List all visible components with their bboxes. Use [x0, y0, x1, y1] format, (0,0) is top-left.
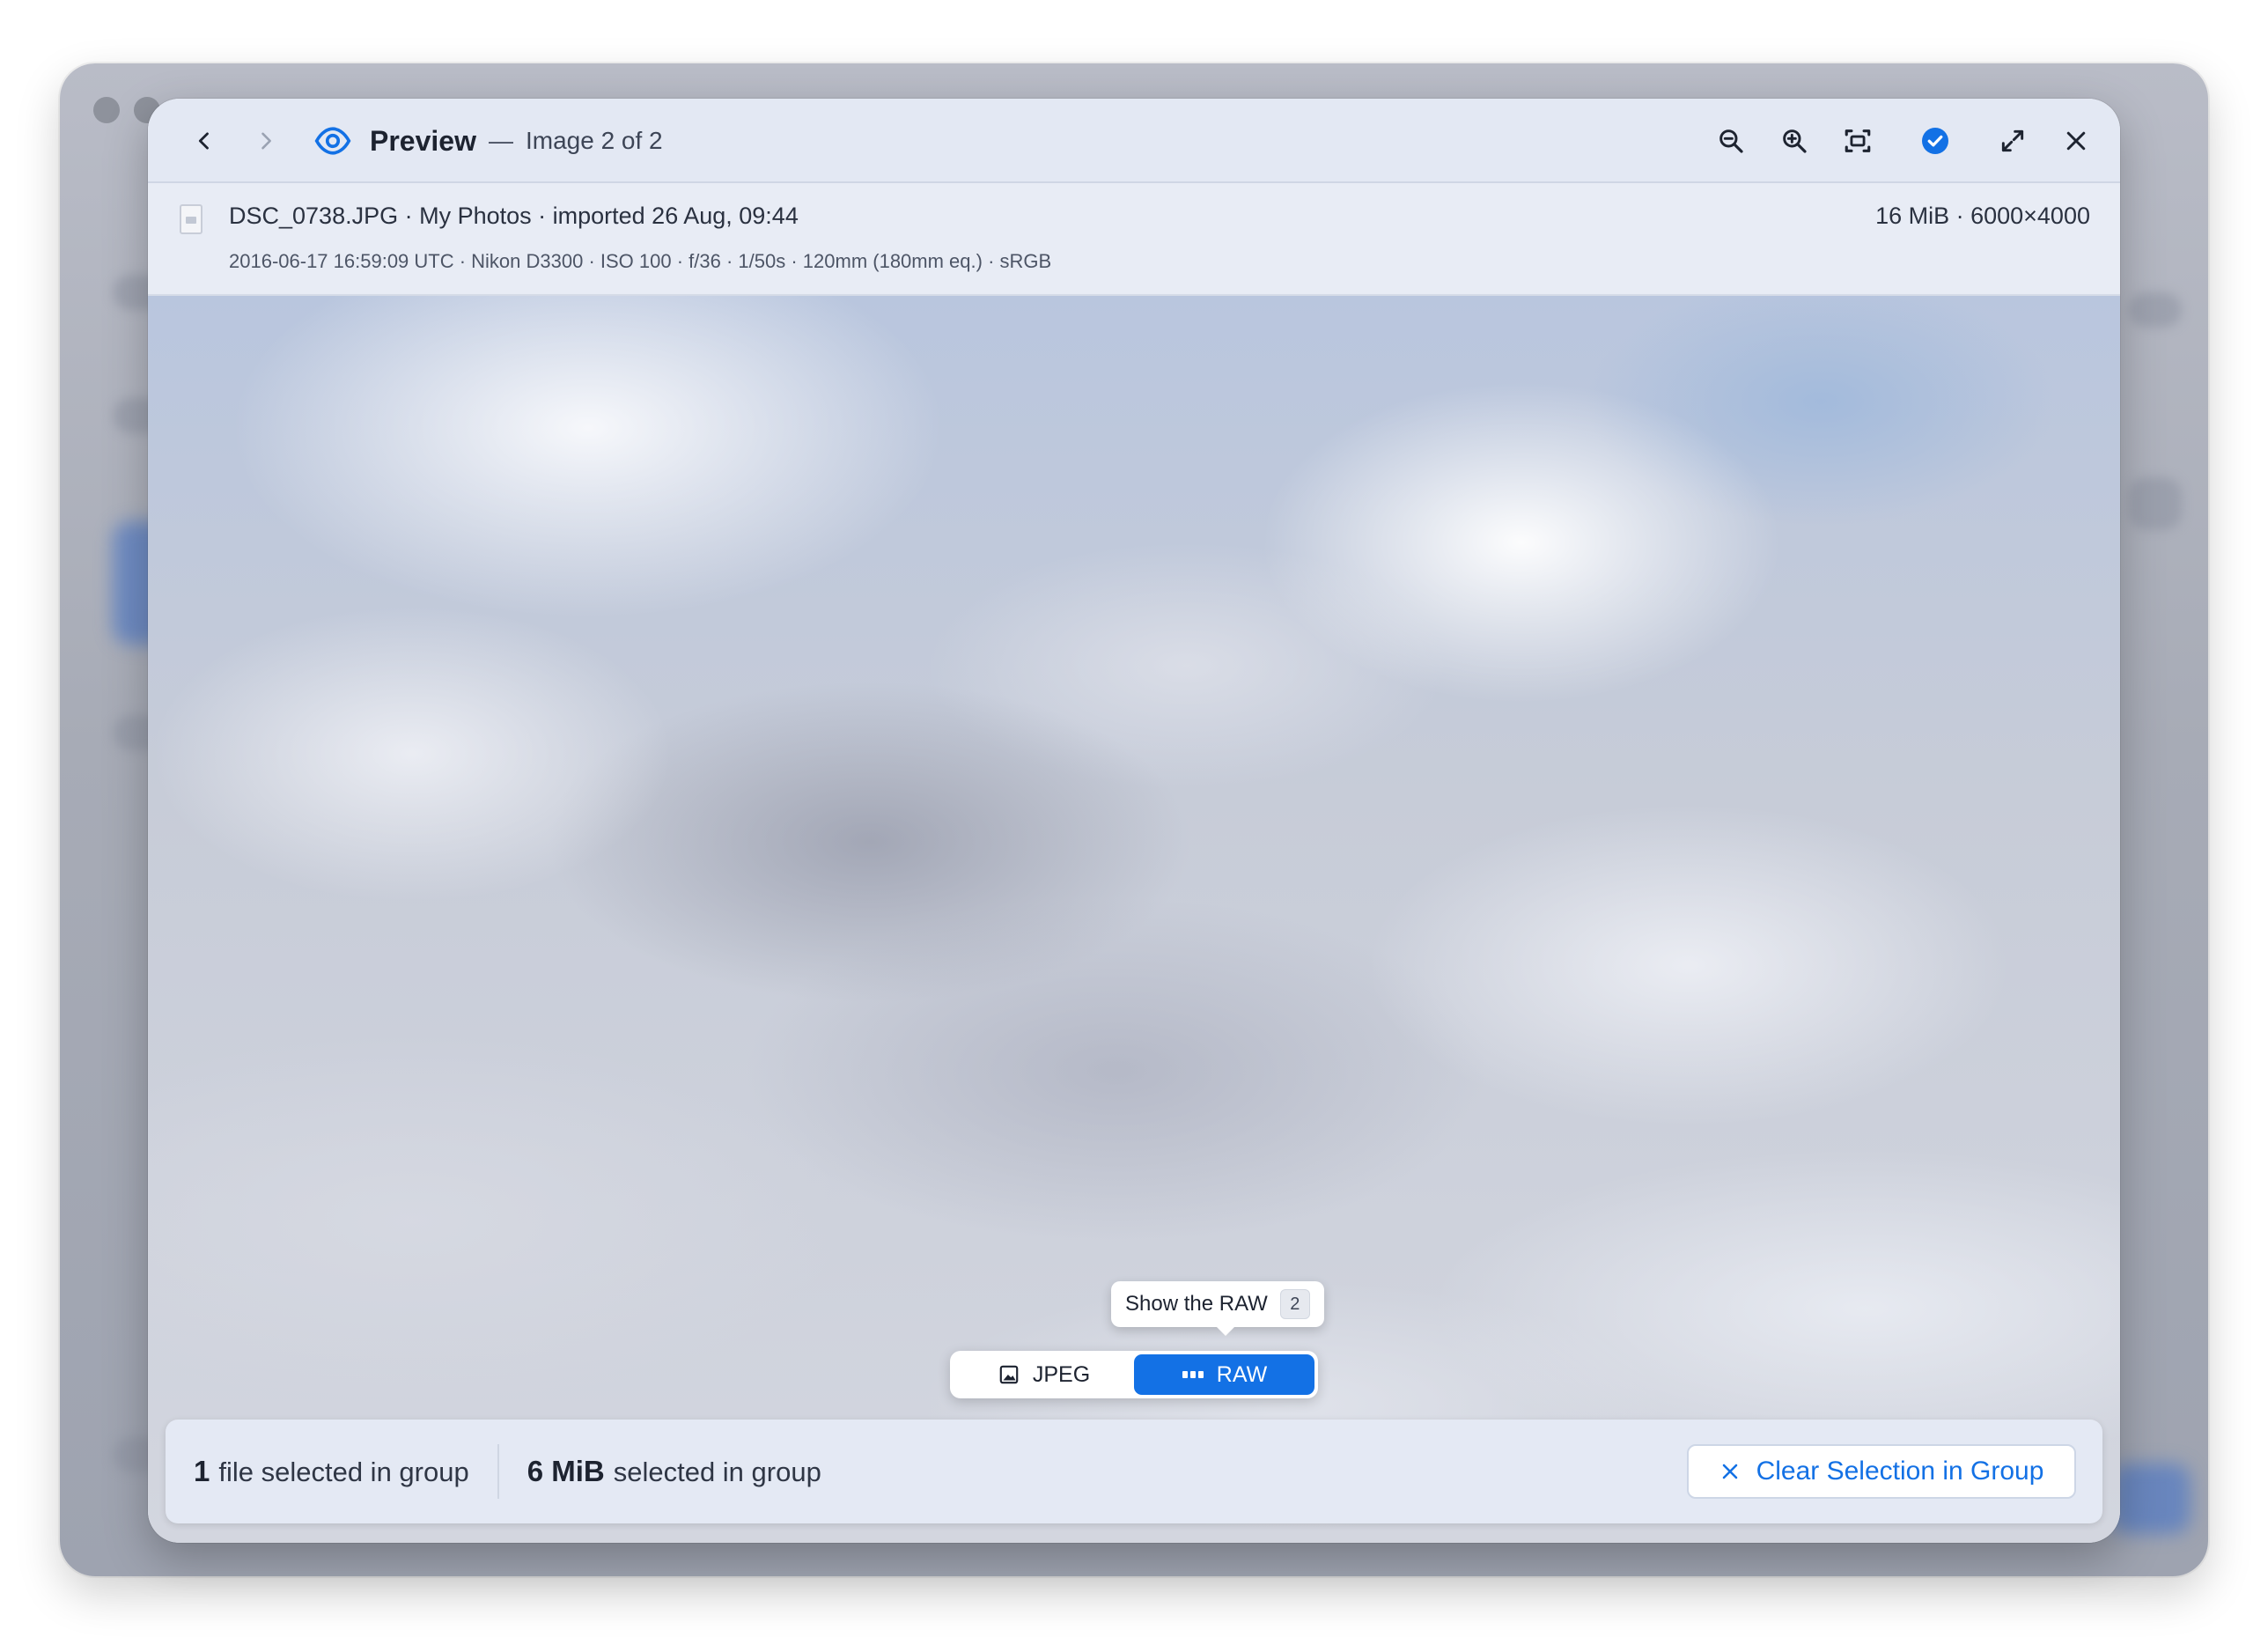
zoom-out-button[interactable] — [1710, 120, 1752, 162]
selected-size: 6 MiB selected in group — [527, 1455, 821, 1488]
selected-size-value: 6 MiB — [526, 1455, 605, 1487]
selection-divider — [497, 1444, 499, 1499]
raw-tooltip: Show the RAW 2 — [1111, 1281, 1324, 1336]
next-image-button[interactable] — [245, 120, 287, 162]
file-info-bar: DSC_0738.JPG · My Photos · imported 26 A… — [148, 183, 2120, 296]
background-blur-shape — [2129, 477, 2182, 530]
raw-option-label: RAW — [1216, 1361, 1268, 1387]
file-size-dimensions: 16 MiB · 6000×4000 — [1875, 203, 2090, 229]
preview-title-group: Preview — Image 2 of 2 — [313, 99, 663, 183]
close-icon — [2066, 131, 2086, 151]
check-circle-icon — [1922, 128, 1948, 154]
zoom-in-button[interactable] — [1773, 120, 1815, 162]
format-toggle: JPEG RAW — [950, 1351, 1318, 1398]
preview-dialog: Preview — Image 2 of 2 DSC_0738.JPG · My… — [148, 99, 2120, 1543]
exif-metadata: 2016-06-17 16:59:09 UTC · Nikon D3300 · … — [229, 250, 1052, 272]
selection-bar: 1 file selected in group 6 MiB selected in… — [166, 1420, 2102, 1523]
selected-size-label: selected in group — [613, 1457, 821, 1487]
page-title: Preview — [370, 124, 476, 157]
jpeg-option[interactable]: JPEG — [954, 1354, 1134, 1395]
fit-to-screen-button[interactable] — [1837, 120, 1879, 162]
background-blur-shape — [2129, 292, 2182, 328]
zoom-in-icon — [1783, 129, 1807, 153]
preview-header: Preview — Image 2 of 2 — [148, 99, 2120, 183]
raw-icon — [1182, 1371, 1204, 1378]
zoom-out-icon — [1719, 129, 1743, 153]
chevron-right-icon — [261, 132, 271, 150]
close-preview-button[interactable] — [2055, 120, 2097, 162]
selected-count-value: 1 — [194, 1455, 210, 1487]
window-close-dot — [93, 97, 120, 123]
clear-selection-label: Clear Selection in Group — [1756, 1457, 2044, 1486]
background-blur-shape — [2111, 1464, 2191, 1534]
tooltip-text: Show the RAW — [1125, 1292, 1268, 1316]
chevron-left-icon — [198, 132, 209, 150]
previous-image-button[interactable] — [183, 120, 225, 162]
title-separator: — — [488, 127, 513, 154]
eye-icon — [314, 127, 351, 155]
keyboard-shortcut-badge: 2 — [1279, 1289, 1310, 1319]
selected-count-label: file selected in group — [218, 1457, 469, 1487]
clear-selection-button[interactable]: Clear Selection in Group — [1687, 1444, 2076, 1499]
close-icon — [1722, 1464, 1737, 1479]
image-position: Image 2 of 2 — [525, 127, 663, 154]
selected-count: 1 file selected in group — [194, 1455, 469, 1488]
file-icon — [180, 204, 202, 234]
fit-screen-icon — [1845, 129, 1871, 152]
raw-option[interactable]: RAW — [1134, 1354, 1314, 1395]
jpeg-option-label: JPEG — [1032, 1361, 1091, 1387]
file-summary: DSC_0738.JPG · My Photos · imported 26 A… — [229, 203, 799, 229]
select-image-toggle[interactable] — [1914, 120, 1956, 162]
expand-icon — [2001, 129, 2024, 152]
fullscreen-button[interactable] — [1992, 120, 2034, 162]
image-icon — [999, 1365, 1019, 1384]
